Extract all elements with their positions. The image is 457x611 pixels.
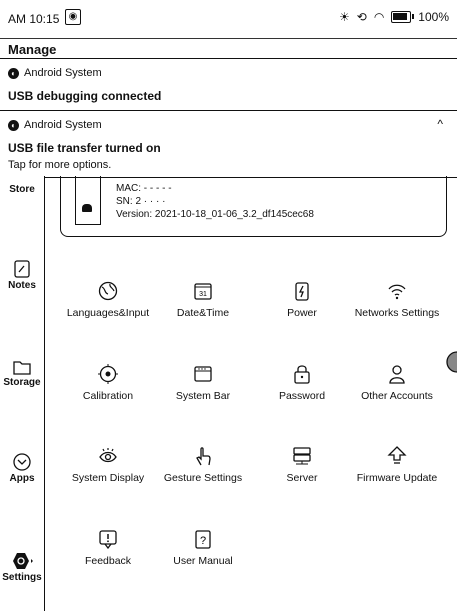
setting-label: Other Accounts xyxy=(361,390,433,402)
feedback-icon xyxy=(99,530,117,549)
lock-icon xyxy=(294,365,310,384)
wifi-icon xyxy=(388,284,406,300)
folder-icon xyxy=(13,361,31,375)
notification-title: USB file transfer turned on xyxy=(8,141,161,155)
setting-power[interactable]: Power xyxy=(252,281,352,319)
setting-user-manual[interactable]: ? User Manual xyxy=(153,529,253,567)
manual-icon: ? xyxy=(195,530,211,549)
setting-firmware-update[interactable]: Firmware Update xyxy=(347,446,447,484)
notification-source: Android System xyxy=(24,67,102,79)
upload-icon xyxy=(387,446,407,464)
sidebar-item-store[interactable]: Store xyxy=(0,184,44,195)
sidebar-item-apps[interactable]: Apps xyxy=(0,453,44,484)
sidebar-item-storage[interactable]: Storage xyxy=(0,359,44,388)
notification-subtitle: Tap for more options. xyxy=(8,159,112,171)
setting-label: Firmware Update xyxy=(356,472,438,484)
hand-icon xyxy=(196,447,211,466)
setting-label: User Manual xyxy=(173,555,233,567)
apps-icon xyxy=(13,453,31,471)
setting-languages-input[interactable]: Languages&Input xyxy=(58,281,158,319)
sidebar-item-label: Notes xyxy=(8,280,36,291)
manage-label[interactable]: Manage xyxy=(8,42,56,57)
setting-password[interactable]: Password xyxy=(252,364,352,402)
android-system-icon: ◐ xyxy=(8,119,19,131)
setting-label: Password xyxy=(278,390,326,402)
setting-networks[interactable]: Networks Settings xyxy=(347,281,447,319)
svg-text:31: 31 xyxy=(199,291,207,298)
notification-usb-transfer[interactable]: ◐ Android System ^ USB file transfer tur… xyxy=(0,110,457,178)
setting-label: Calibration xyxy=(82,390,134,402)
notification-source: Android System xyxy=(24,119,102,131)
eye-icon xyxy=(99,448,117,463)
setting-label: Networks Settings xyxy=(354,307,440,319)
battery-percent: 100% xyxy=(418,10,449,24)
sidebar-item-label: Storage xyxy=(3,377,41,388)
setting-label: Power xyxy=(287,307,317,319)
wifi-status-icon: ◠ xyxy=(373,10,385,24)
clock: AM 10:15 xyxy=(8,12,60,26)
device-image xyxy=(75,176,101,225)
android-system-icon: ◐ xyxy=(8,67,19,79)
calendar-icon: 31 xyxy=(194,283,212,300)
battery-icon xyxy=(391,11,415,23)
sidebar-item-settings[interactable]: Settings xyxy=(0,552,44,583)
setting-gesture[interactable]: Gesture Settings xyxy=(153,446,253,484)
server-icon xyxy=(293,447,311,465)
android-icon xyxy=(82,204,92,212)
globe-icon xyxy=(98,281,118,301)
status-bar: AM 10:15 ◉ ☀ ⟲ ◠ 100% xyxy=(0,0,457,39)
firmware-version: Version: 2021-10-18_01-06_3.2_df145cec68 xyxy=(116,209,314,220)
svg-text:?: ? xyxy=(200,535,206,547)
app-notification-icon: ◉ xyxy=(65,9,81,25)
target-icon xyxy=(98,364,118,384)
setting-label: System Display xyxy=(71,472,145,484)
setting-label: System Bar xyxy=(175,390,231,402)
chevron-up-icon[interactable]: ^ xyxy=(437,117,443,131)
setting-label: Feedback xyxy=(84,555,132,567)
setting-label: Date&Time xyxy=(176,307,230,319)
setting-label: Languages&Input xyxy=(66,307,150,319)
setting-system-bar[interactable]: System Bar xyxy=(153,364,253,402)
notification-title: USB debugging connected xyxy=(8,89,162,103)
setting-feedback[interactable]: Feedback xyxy=(58,529,158,567)
mac-address: MAC: - - - - - xyxy=(116,183,172,194)
brightness-icon: ☀ xyxy=(338,10,350,24)
system-bar-icon xyxy=(194,366,212,382)
setting-calibration[interactable]: Calibration xyxy=(58,364,158,402)
setting-server[interactable]: Server xyxy=(252,446,352,484)
sync-icon: ⟲ xyxy=(356,10,367,24)
status-icons: ☀ ⟲ ◠ 100% xyxy=(339,10,449,24)
notes-icon xyxy=(14,260,30,278)
battery-bolt-icon xyxy=(295,282,309,301)
setting-label: Server xyxy=(286,472,318,484)
setting-label: Gesture Settings xyxy=(163,472,243,484)
device-info-card: MAC: - - - - - SN: 2 · · · · Version: 20… xyxy=(60,176,447,237)
setting-system-display[interactable]: System Display xyxy=(58,446,158,484)
settings-hexagon-icon xyxy=(13,553,33,569)
sidebar-item-label: Apps xyxy=(9,473,35,484)
sidebar: Store Notes Storage Apps Settings xyxy=(0,176,45,611)
notification-usb-debugging[interactable]: ◐ Android System USB debugging connected xyxy=(0,58,457,111)
sidebar-item-label: Store xyxy=(9,184,35,195)
setting-other-accounts[interactable]: Other Accounts xyxy=(347,364,447,402)
sidebar-item-label: Settings xyxy=(2,572,42,583)
serial-number: SN: 2 · · · · xyxy=(116,196,166,207)
setting-date-time[interactable]: 31 Date&Time xyxy=(153,281,253,319)
floating-ball-icon[interactable] xyxy=(441,351,457,373)
person-icon xyxy=(389,365,405,384)
sidebar-item-notes[interactable]: Notes xyxy=(0,260,44,291)
